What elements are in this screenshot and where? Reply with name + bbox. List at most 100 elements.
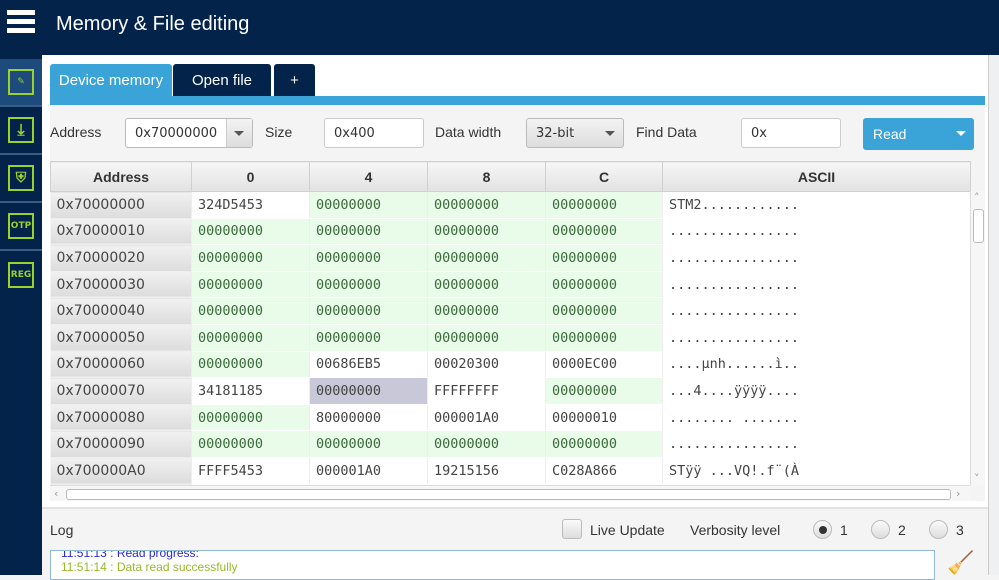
data-cell[interactable]: C028A866 xyxy=(545,457,663,485)
horizontal-scrollbar[interactable]: ‹ › xyxy=(50,485,970,501)
scroll-up-icon[interactable]: ˄ xyxy=(974,191,980,204)
data-cell[interactable]: 19215156 xyxy=(427,457,546,485)
data-cell[interactable]: 00000000 xyxy=(191,271,310,299)
scroll-left-icon[interactable]: ‹ xyxy=(54,487,58,500)
scroll-down-icon[interactable]: ˅ xyxy=(974,472,980,485)
scroll-right-icon[interactable]: › xyxy=(956,487,960,500)
data-cell[interactable]: 00000000 xyxy=(427,271,546,299)
data-cell[interactable]: 34181185 xyxy=(191,377,310,405)
data-cell[interactable]: 00000000 xyxy=(309,218,428,246)
address-cell: 0x70000050 xyxy=(50,324,192,352)
sidebar-item-otp[interactable]: OTP xyxy=(0,203,42,251)
data-cell[interactable]: 00000000 xyxy=(545,377,663,405)
size-input[interactable]: 0x400 xyxy=(324,118,424,148)
clear-log-broom-icon[interactable]: 🧹 xyxy=(947,551,974,576)
column-header-4[interactable]: 4 xyxy=(309,161,428,192)
find-data-input[interactable]: 0x xyxy=(741,118,841,148)
tab-open-file[interactable]: Open file xyxy=(173,64,271,96)
data-cell[interactable]: 00000000 xyxy=(309,430,428,458)
sidebar-item-registers[interactable]: REG xyxy=(0,251,42,299)
data-cell[interactable]: 00000000 xyxy=(545,218,663,246)
live-update-label: Live Update xyxy=(590,522,665,538)
verbosity-radio-2[interactable] xyxy=(871,520,890,539)
live-update-checkbox[interactable] xyxy=(562,519,582,539)
data-cell[interactable]: 80000000 xyxy=(309,404,428,432)
data-cell[interactable]: 00000000 xyxy=(191,430,310,458)
verbosity-option-3: 3 xyxy=(956,522,964,538)
data-cell[interactable]: 00000010 xyxy=(545,404,663,432)
tab-add[interactable]: + xyxy=(274,64,315,96)
scrollbar-thumb[interactable] xyxy=(973,209,984,243)
ascii-cell[interactable]: ................ xyxy=(662,244,971,272)
data-cell[interactable]: 00000000 xyxy=(309,271,428,299)
ascii-cell[interactable]: ...4....ÿÿÿÿ.... xyxy=(662,377,971,405)
ascii-cell[interactable]: ................ xyxy=(662,297,971,325)
data-cell[interactable]: 00020300 xyxy=(427,351,546,379)
data-cell[interactable]: 00000000 xyxy=(545,430,663,458)
data-cell[interactable]: 00000000 xyxy=(309,297,428,325)
hamburger-menu-icon[interactable] xyxy=(7,10,35,36)
column-header-ascii[interactable]: ASCII xyxy=(662,161,971,192)
data-cell[interactable]: 00000000 xyxy=(427,244,546,272)
data-cell[interactable]: 00000000 xyxy=(545,324,663,352)
tab-device-memory[interactable]: Device memory xyxy=(50,64,172,96)
data-cell[interactable]: 00000000 xyxy=(191,297,310,325)
data-cell[interactable]: 00000000 xyxy=(427,324,546,352)
sidebar-item-security[interactable]: ⛨ xyxy=(0,155,42,203)
data-width-select[interactable]: 32-bit xyxy=(526,118,624,148)
ascii-cell[interactable]: ........ ....... xyxy=(662,404,971,432)
data-cell[interactable]: 0000EC00 xyxy=(545,351,663,379)
verbosity-radio-3[interactable] xyxy=(929,520,948,539)
log-output[interactable]: 11:51:13 : Read progress: 11:51:14 : Dat… xyxy=(50,550,935,580)
ascii-cell[interactable]: STÿÿ ...VQ!.f¨(À xyxy=(662,457,971,485)
shield-icon: ⛨ xyxy=(8,165,34,191)
chevron-down-icon xyxy=(605,131,615,136)
column-header-8[interactable]: 8 xyxy=(427,161,546,192)
data-cell[interactable]: 00000000 xyxy=(309,191,428,219)
scrollbar-thumb[interactable] xyxy=(66,489,951,500)
ascii-cell[interactable]: ................ xyxy=(662,324,971,352)
column-header-c[interactable]: C xyxy=(545,161,663,192)
ascii-cell[interactable]: ................ xyxy=(662,430,971,458)
data-cell[interactable]: 00000000 xyxy=(545,297,663,325)
data-cell[interactable]: 00000000 xyxy=(427,430,546,458)
data-cell[interactable]: FFFF5453 xyxy=(191,457,310,485)
data-cell[interactable]: 00000000 xyxy=(309,244,428,272)
right-scrollbar[interactable] xyxy=(988,55,999,575)
data-cell[interactable]: 00000000 xyxy=(309,377,428,405)
address-dropdown-button[interactable] xyxy=(226,119,252,147)
data-cell[interactable]: 324D5453 xyxy=(191,191,310,219)
read-button[interactable]: Read xyxy=(863,118,974,150)
data-cell[interactable]: 00000000 xyxy=(309,324,428,352)
log-line: 11:51:14 : Data read successfully xyxy=(61,560,238,574)
sidebar-item-memory-edit[interactable]: ✎ xyxy=(0,59,42,107)
data-cell[interactable]: 00000000 xyxy=(545,191,663,219)
data-cell[interactable]: 00000000 xyxy=(191,218,310,246)
data-cell[interactable]: 00000000 xyxy=(427,297,546,325)
size-label: Size xyxy=(265,124,293,140)
pencil-edit-icon: ✎ xyxy=(8,69,34,95)
data-cell[interactable]: 00000000 xyxy=(191,404,310,432)
data-cell[interactable]: 00000000 xyxy=(427,218,546,246)
verbosity-radio-1[interactable] xyxy=(813,520,832,539)
data-cell[interactable]: 00000000 xyxy=(191,351,310,379)
address-input[interactable]: 0x70000000 xyxy=(125,118,253,148)
data-cell[interactable]: 00000000 xyxy=(427,191,546,219)
data-cell[interactable]: 00686EB5 xyxy=(309,351,428,379)
ascii-cell[interactable]: ................ xyxy=(662,218,971,246)
column-header-address[interactable]: Address xyxy=(50,161,192,192)
data-cell[interactable]: 00000000 xyxy=(191,244,310,272)
sidebar-item-download[interactable]: ⤓ xyxy=(0,107,42,155)
vertical-scrollbar[interactable]: ˄ ˅ xyxy=(970,191,985,485)
data-cell[interactable]: 000001A0 xyxy=(427,404,546,432)
ascii-cell[interactable]: ................ xyxy=(662,271,971,299)
data-cell[interactable]: 000001A0 xyxy=(309,457,428,485)
address-cell: 0x70000070 xyxy=(50,377,192,405)
data-cell[interactable]: FFFFFFFF xyxy=(427,377,546,405)
ascii-cell[interactable]: STM2............ xyxy=(662,191,971,219)
ascii-cell[interactable]: ....µnh......ì.. xyxy=(662,351,971,379)
column-header-0[interactable]: 0 xyxy=(191,161,310,192)
data-cell[interactable]: 00000000 xyxy=(545,244,663,272)
data-cell[interactable]: 00000000 xyxy=(191,324,310,352)
data-cell[interactable]: 00000000 xyxy=(545,271,663,299)
